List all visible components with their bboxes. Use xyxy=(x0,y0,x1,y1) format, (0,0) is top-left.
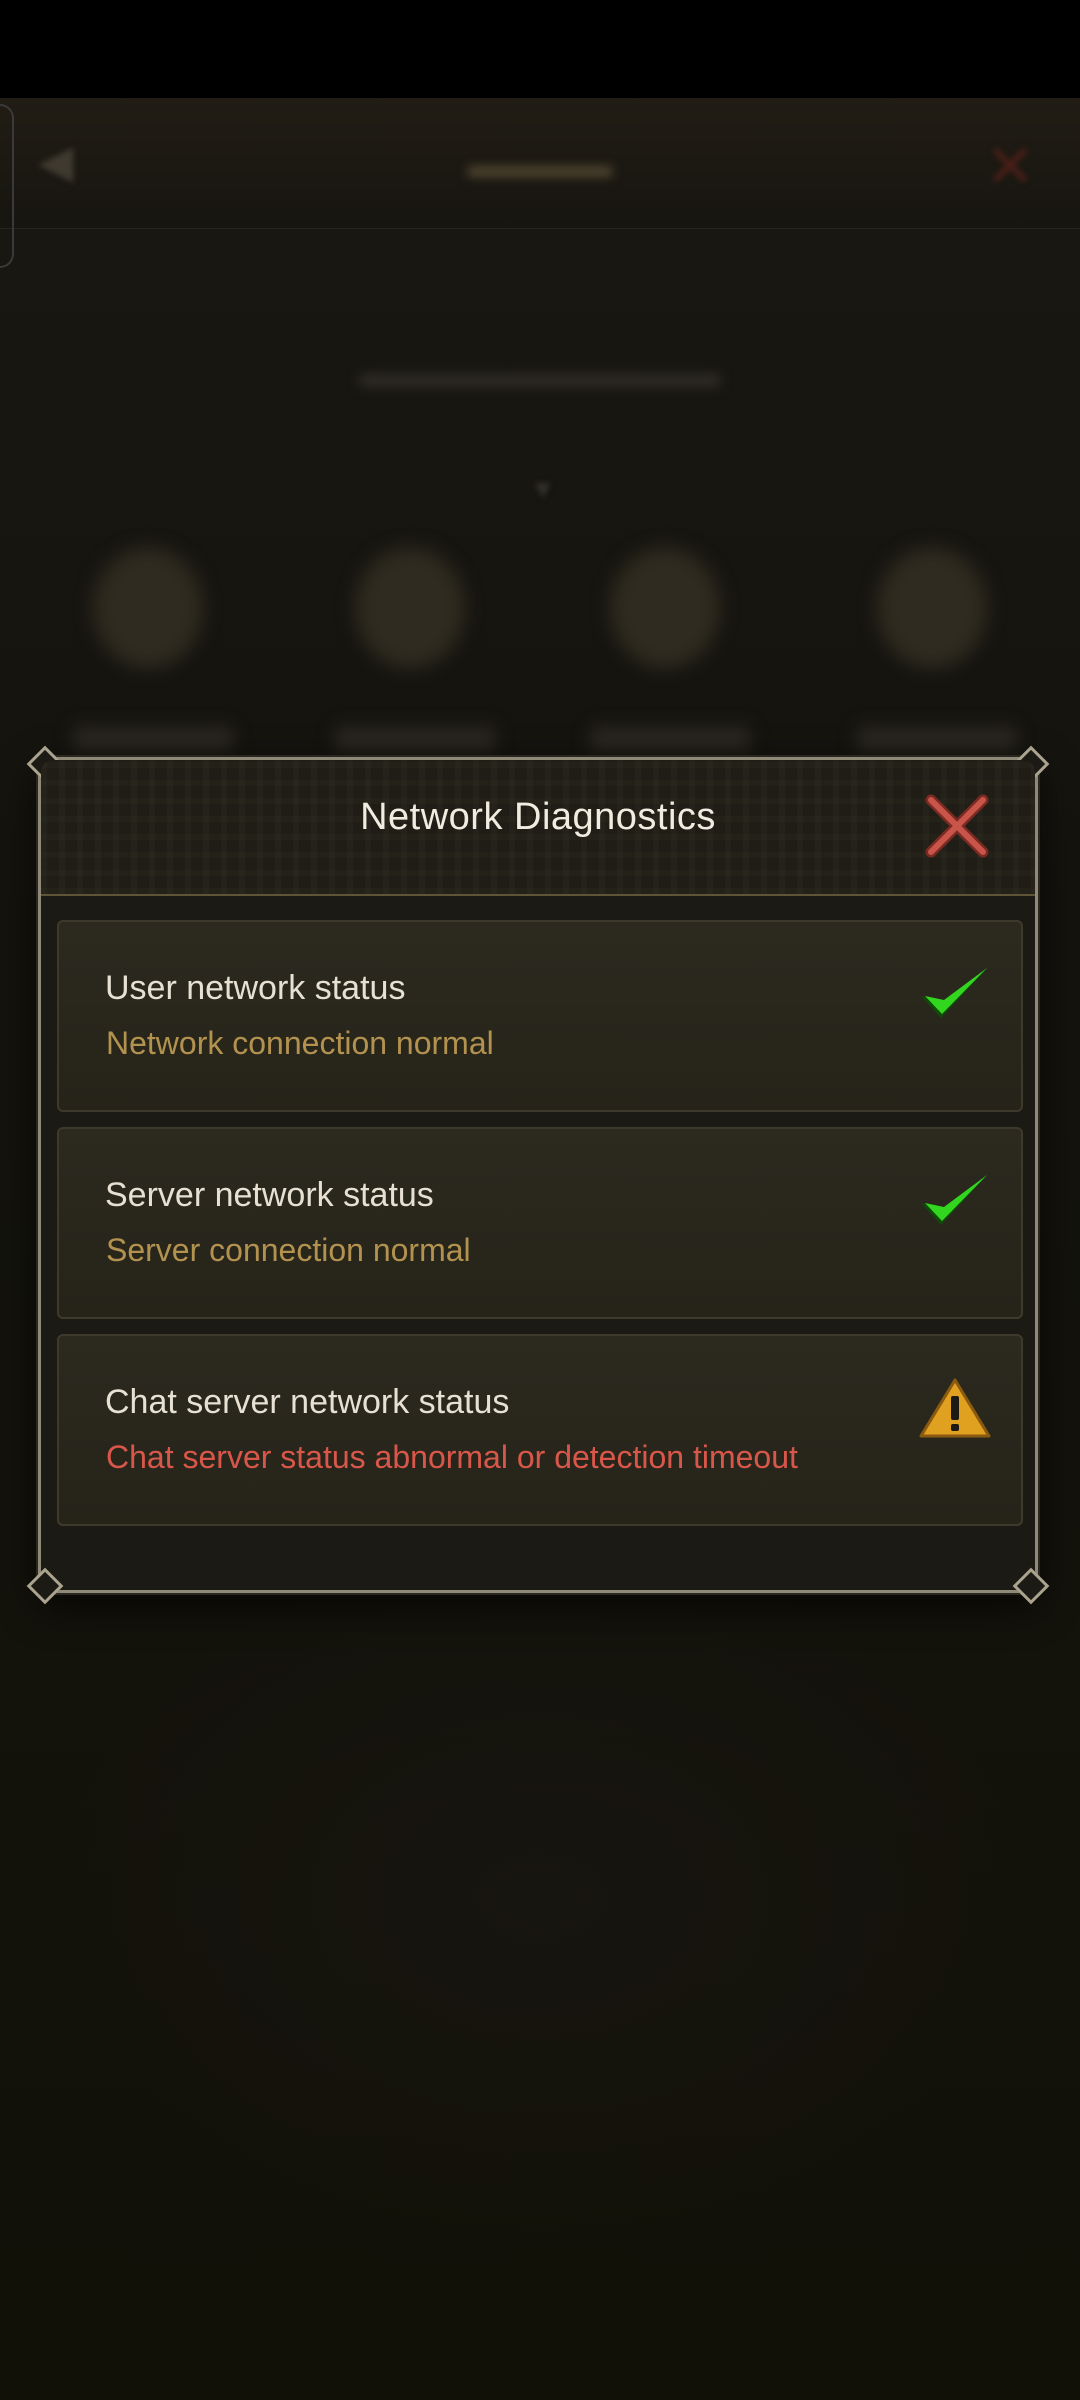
dialog-title: Network Diagnostics xyxy=(360,796,716,838)
dimmed-server-time: ▬▬▬▬▬▬▬▬▬▬ xyxy=(360,353,720,394)
dimmed-menu-label xyxy=(590,726,750,752)
server-network-status-title: Server network status xyxy=(105,1176,434,1214)
server-network-status-card: Server network status Server connection … xyxy=(57,1127,1023,1319)
dimmed-menu-icon xyxy=(355,548,465,668)
dimmed-menu-label xyxy=(335,726,495,752)
chat-server-network-status-card: Chat server network status Chat server s… xyxy=(57,1334,1023,1526)
dimmed-menu-icon xyxy=(93,548,203,668)
user-network-status-title: User network status xyxy=(105,969,406,1007)
user-network-status-text: Network connection normal xyxy=(106,1025,494,1061)
dimmed-menu-label xyxy=(857,726,1017,752)
user-network-status-card: User network status Network connection n… xyxy=(57,920,1023,1112)
dimmed-side-tab xyxy=(0,104,14,268)
chat-server-network-status-text: Chat server status abnormal or detection… xyxy=(106,1439,798,1475)
dimmed-menu-icon xyxy=(877,548,987,668)
warning-icon xyxy=(919,1378,991,1438)
check-icon xyxy=(921,1173,989,1225)
dimmed-header: ◀ ▬▬▬▬ ✕ xyxy=(0,98,1080,268)
dialog-header: Network Diagnostics xyxy=(41,760,1035,896)
close-icon xyxy=(925,794,989,858)
screen: ◀ ▬▬▬▬ ✕ ▬▬▬▬▬▬▬▬▬▬ ▼ Network Diagnostic… xyxy=(0,0,1080,2400)
status-bar xyxy=(0,0,1080,98)
dimmed-page-title: ▬▬▬▬ xyxy=(468,144,612,185)
network-diagnostics-dialog: Network Diagnostics User network status … xyxy=(26,745,1050,1605)
chat-server-network-status-title: Chat server network status xyxy=(105,1383,510,1421)
dimmed-menu-label xyxy=(73,726,233,752)
dimmed-menu-icon xyxy=(610,548,720,668)
check-icon xyxy=(921,966,989,1018)
server-network-status-text: Server connection normal xyxy=(106,1232,471,1268)
dimmed-close-icon: ✕ xyxy=(985,133,1036,200)
dimmed-chevron-icon: ▼ xyxy=(530,474,556,504)
close-button[interactable] xyxy=(921,790,993,862)
